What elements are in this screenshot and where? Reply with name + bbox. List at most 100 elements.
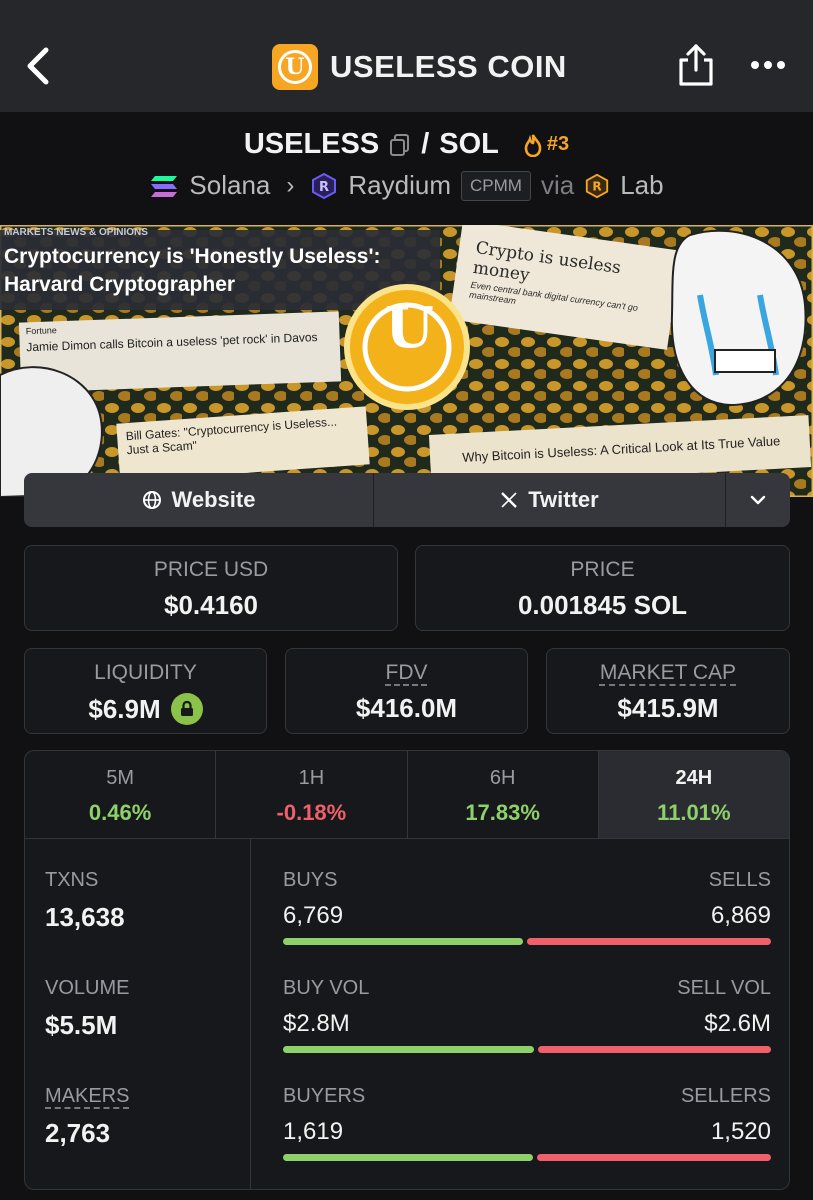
svg-text:R: R xyxy=(593,179,603,193)
sells-value: 6,869 xyxy=(710,902,771,929)
raydium-icon: R xyxy=(312,172,337,199)
rank-value: #3 xyxy=(546,133,570,155)
token-banner-image: MARKETS NEWS & OPINIONS Cryptocurrency i… xyxy=(0,225,813,497)
buy-sell-column: BUYS SELLS 6,769 6,869 BUY VOL SELL VOL $2.… xyxy=(283,839,771,1189)
pair-separator: / xyxy=(421,128,430,160)
tab-24h[interactable]: 24H 11.01% xyxy=(598,751,789,838)
top-bar: U USELESS COIN xyxy=(0,0,813,112)
banner-coin-letter: U xyxy=(385,295,434,361)
token-title: U USELESS COIN xyxy=(272,44,567,90)
volume-metric: VOLUME $5.5M xyxy=(45,977,129,1041)
chain-row: Solana › R Raydium CPMM via R Cryptocurr… xyxy=(0,170,813,201)
sellers-value: 1,520 xyxy=(710,1118,771,1145)
price-sol-card: PRICE 0.001845 SOL xyxy=(415,545,790,631)
fdv-label[interactable]: FDV xyxy=(286,661,527,685)
tab-5m[interactable]: 5M 0.46% xyxy=(25,751,217,838)
tab-5m-label: 5M xyxy=(106,767,135,789)
buy-vol-bar xyxy=(283,1046,534,1053)
totals-column: TXNS 13,638 VOLUME $5.5M MAKERS 2,763 xyxy=(25,839,251,1189)
market-cap-card: MARKET CAP $415.9M xyxy=(546,648,790,734)
buyers-sellers-bar xyxy=(283,1154,771,1161)
social-links-bar: Website Twitter xyxy=(24,473,790,527)
chevron-right-icon: › xyxy=(286,171,295,199)
liquidity-locked-icon[interactable] xyxy=(170,693,203,725)
sellers-label: SELLERS xyxy=(680,1085,771,1107)
tab-24h-change: 11.01% xyxy=(657,800,731,825)
tab-1h[interactable]: 1H -0.18% xyxy=(216,751,408,838)
pair-base: USELESS xyxy=(243,128,380,160)
price-sol-value: 0.001845 SOL xyxy=(517,590,688,620)
tab-6h[interactable]: 6H 17.83% xyxy=(408,751,599,838)
buys-value: 6,769 xyxy=(283,902,344,929)
dex-name[interactable]: Raydium xyxy=(348,170,451,201)
price-sol-label: PRICE xyxy=(570,558,635,581)
sellers-bar xyxy=(537,1154,771,1161)
token-name: USELESS COIN xyxy=(330,49,567,84)
timeframe-tabs: 5M 0.46% 1H -0.18% 6H 17.83% 24H 11.01% xyxy=(25,751,789,839)
sells-label: SELLS xyxy=(708,869,771,891)
makers-metric: MAKERS 2,763 xyxy=(45,1085,129,1149)
lab-icon: R xyxy=(586,173,609,198)
sell-vol-bar xyxy=(538,1046,771,1053)
website-button[interactable]: Website xyxy=(24,473,374,527)
pair-row: USELESS / SOL #3 xyxy=(0,128,813,161)
volume-label: VOLUME xyxy=(45,977,130,999)
trading-stats-panel: 5M 0.46% 1H -0.18% 6H 17.83% 24H 11.01% … xyxy=(24,750,790,1190)
more-links-button[interactable] xyxy=(726,473,790,527)
fdv-card: FDV $416.0M xyxy=(285,648,528,734)
buyers-sellers-split: BUYERS SELLERS 1,619 1,520 xyxy=(283,1085,771,1161)
website-label: Website xyxy=(171,487,256,512)
tab-5m-change: 0.46% xyxy=(88,800,152,825)
buyers-label: BUYERS xyxy=(283,1085,366,1107)
token-logo: U xyxy=(272,44,318,90)
x-logo-icon xyxy=(501,492,518,508)
liquidity-card: LIQUIDITY $6.9M xyxy=(24,648,267,734)
twitter-label: Twitter xyxy=(528,487,599,512)
back-icon[interactable] xyxy=(22,44,54,88)
fdv-value: $416.0M xyxy=(355,693,458,723)
volume-value: $5.5M xyxy=(45,1010,118,1040)
txns-metric: TXNS 13,638 xyxy=(45,869,125,933)
svg-text:R: R xyxy=(319,180,329,195)
buyers-bar xyxy=(283,1154,533,1161)
buy-sell-volume-bar xyxy=(283,1046,771,1053)
token-logo-letter: U xyxy=(278,50,312,84)
banner-tag: MARKETS NEWS & OPINIONS xyxy=(4,227,148,238)
banner-headline-1: Cryptocurrency is 'Honestly Useless': xyxy=(4,245,381,268)
share-icon[interactable] xyxy=(678,42,714,88)
tab-1h-label: 1H xyxy=(298,767,325,789)
copy-icon[interactable] xyxy=(389,133,411,157)
tab-1h-change: -0.18% xyxy=(276,800,347,825)
buys-sells-split: BUYS SELLS 6,769 6,869 xyxy=(283,869,771,945)
globe-icon xyxy=(142,491,161,509)
buys-sells-bar xyxy=(283,938,771,945)
flame-icon xyxy=(524,133,542,157)
tab-6h-change: 17.83% xyxy=(465,800,540,825)
liquidity-value-row: $6.9M xyxy=(25,693,266,725)
price-usd-card: PRICE USD $0.4160 xyxy=(24,545,398,631)
txns-label: TXNS xyxy=(45,869,99,891)
chain-name[interactable]: Solana xyxy=(189,170,270,201)
via-label: via xyxy=(540,170,575,200)
makers-value: 2,763 xyxy=(45,1118,111,1148)
more-options-icon[interactable] xyxy=(750,58,786,72)
market-cap-label[interactable]: MARKET CAP xyxy=(547,661,789,685)
trending-rank[interactable]: #3 xyxy=(523,133,569,157)
buy-vol-value: $2.8M xyxy=(283,1010,350,1037)
sell-vol-value: $2.6M xyxy=(704,1010,771,1037)
pool-type-badge: CPMM xyxy=(460,170,531,201)
buy-sell-volume-split: BUY VOL SELL VOL $2.8M $2.6M xyxy=(283,977,771,1053)
sell-vol-label: SELL VOL xyxy=(677,977,771,999)
makers-label[interactable]: MAKERS xyxy=(45,1085,129,1108)
solana-icon xyxy=(151,175,178,197)
buy-vol-label: BUY VOL xyxy=(283,977,370,999)
launchpad-label[interactable]: Lab xyxy=(620,170,663,201)
liquidity-value: $6.9M xyxy=(88,693,161,724)
twitter-button[interactable]: Twitter xyxy=(374,473,726,527)
price-usd-label: PRICE USD xyxy=(153,558,269,581)
buyers-value: 1,619 xyxy=(283,1118,344,1145)
buys-label: BUYS xyxy=(283,869,338,891)
price-usd-value: $0.4160 xyxy=(164,590,258,620)
market-cap-value: $415.9M xyxy=(617,693,719,723)
banner-headline-2: Harvard Cryptographer xyxy=(4,273,236,296)
